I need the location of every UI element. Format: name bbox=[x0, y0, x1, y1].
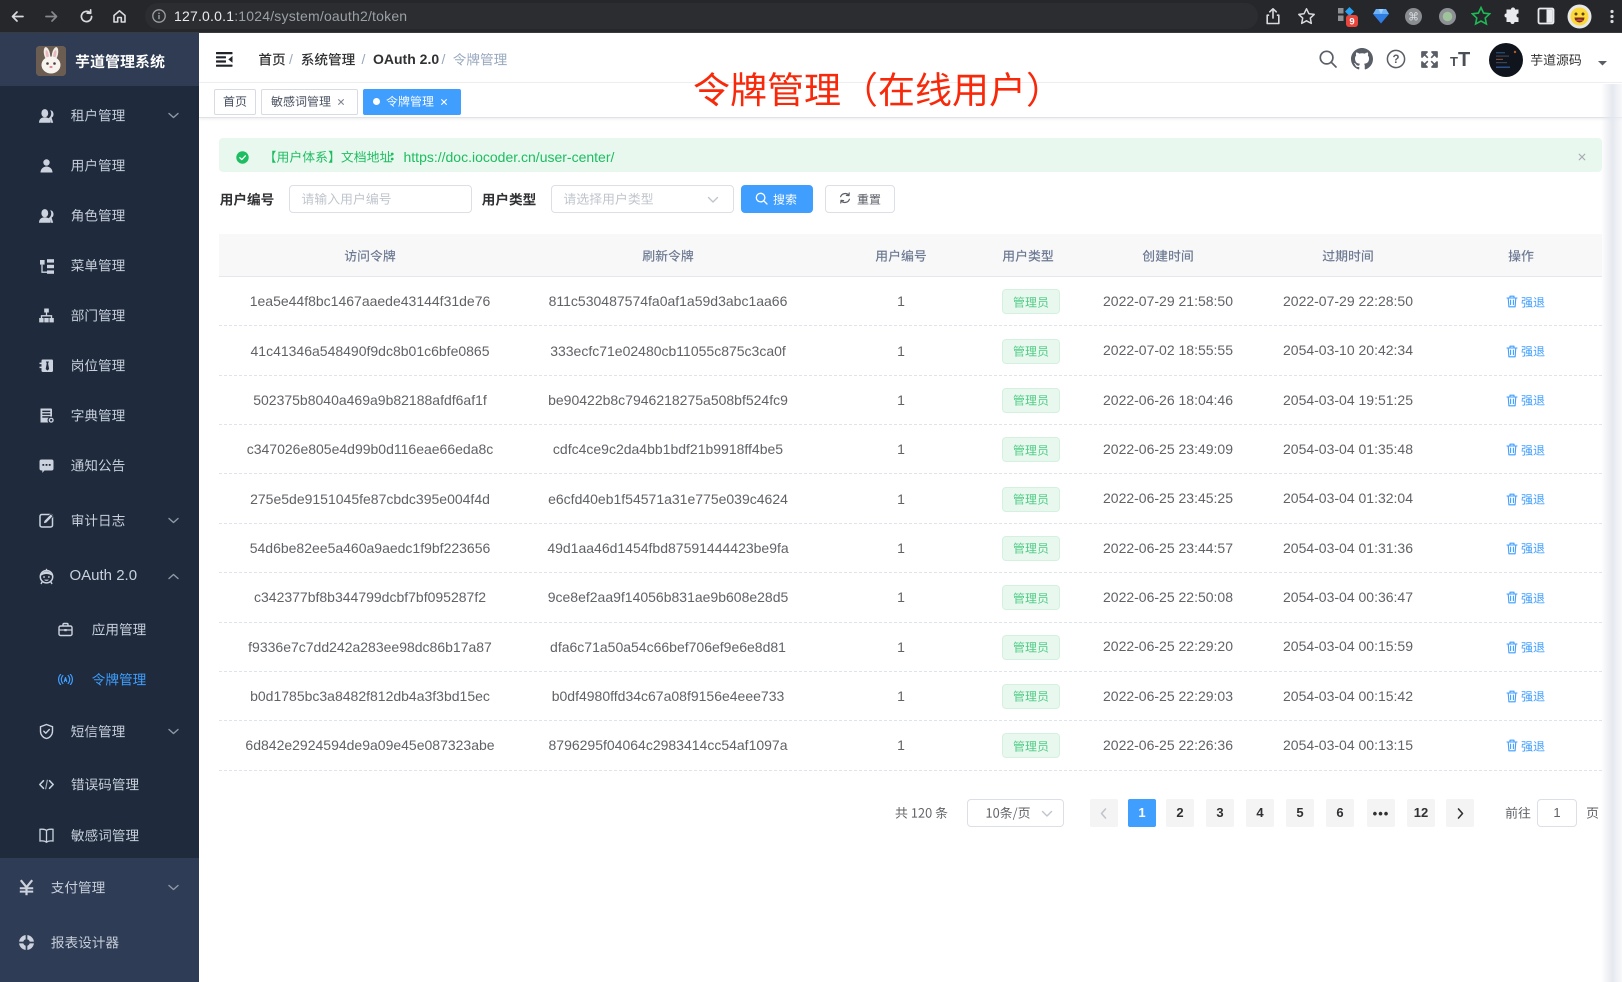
svg-text:9: 9 bbox=[1349, 16, 1354, 27]
svg-text:⌘: ⌘ bbox=[1408, 11, 1419, 23]
svg-text:?: ? bbox=[1392, 54, 1399, 66]
